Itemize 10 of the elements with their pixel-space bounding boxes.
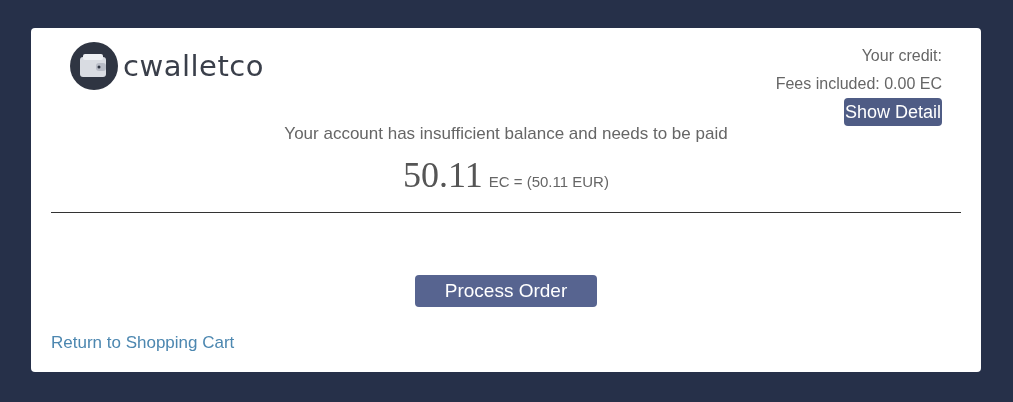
credit-label: Your credit: <box>861 46 942 66</box>
amount-value: 50.11 <box>403 154 483 196</box>
show-detail-button[interactable]: Show Detail <box>843 98 942 126</box>
amount-unit: EC = (50.11 EUR) <box>488 173 609 190</box>
fees-text: Fees included: 0.00 EC <box>775 74 942 94</box>
wallet-icon <box>70 42 118 90</box>
return-link[interactable]: Return to Shopping Cart <box>51 333 235 353</box>
balance-message: Your account has insufficient balance and needs to be paid <box>283 124 729 144</box>
process-order-button[interactable]: Process Order <box>415 275 597 307</box>
logo-text: cwalletco <box>123 49 264 83</box>
